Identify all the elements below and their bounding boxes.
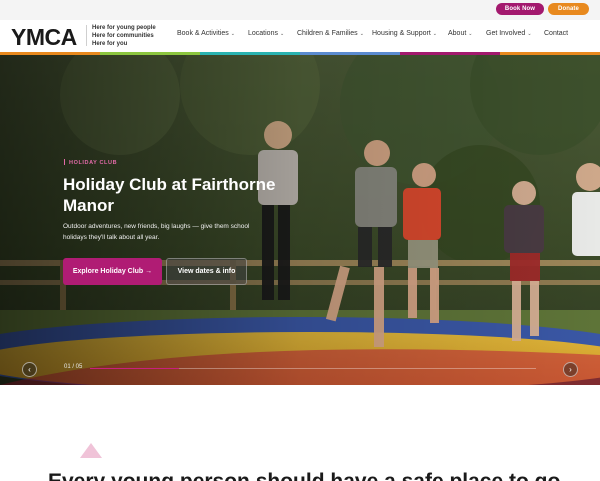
nav-item-label: Housing & Support — [372, 30, 431, 37]
donate-button[interactable]: Donate — [548, 3, 589, 15]
chevron-right-icon[interactable]: › — [563, 362, 578, 377]
hero-description: Outdoor adventures, new friends, big lau… — [63, 223, 250, 241]
nav-item-label: Get Involved — [486, 30, 526, 37]
nav-item-label: About — [448, 30, 467, 37]
chevron-down-icon: ⌄ — [230, 31, 235, 37]
logo-divider — [86, 25, 87, 46]
explore-holiday-club-button[interactable]: Explore Holiday Club → — [63, 258, 162, 285]
brand-tagline: Here for young people Here for communiti… — [92, 24, 156, 48]
chevron-down-icon: ⌄ — [279, 31, 285, 37]
slide-counter: 01 / 05 — [64, 364, 83, 370]
utility-bar: Book Now Donate — [0, 0, 600, 20]
nav-item-label: Contact — [544, 30, 569, 37]
chevron-down-icon: ⌄ — [468, 31, 473, 37]
mission-section: Every young person should have a safe pl… — [0, 385, 600, 481]
chevron-left-icon[interactable]: ‹ — [22, 362, 37, 377]
decorative-triangle — [80, 443, 102, 458]
ymca-logo[interactable]: YMCA — [11, 25, 81, 47]
nav-item-housing-support[interactable]: Housing & Support ⌄ — [372, 30, 437, 37]
chevron-down-icon: ⌄ — [432, 31, 437, 37]
nav-item-book-activities[interactable]: Book & Activities ⌄ — [177, 30, 235, 37]
nav-item-children-families[interactable]: Children & Families ⌄ — [297, 30, 364, 37]
tagline-line: Here for young people — [92, 25, 156, 31]
chevron-down-icon: ⌄ — [359, 31, 364, 37]
nav-item-label: Children & Families — [297, 30, 358, 37]
nav-item-locations[interactable]: Locations ⌄ — [248, 30, 284, 37]
nav-item-get-involved[interactable]: Get Involved ⌄ — [486, 30, 532, 37]
chevron-down-icon: ⌄ — [527, 31, 532, 37]
hero-eyebrow-text: HOLIDAY CLUB — [69, 160, 118, 166]
slide-progress-fill — [90, 368, 180, 369]
nav-item-contact[interactable]: Contact — [544, 30, 568, 37]
hero-photo — [0, 55, 600, 385]
site-header: YMCA Here for young people Here for comm… — [0, 20, 600, 52]
slide-progress-track — [90, 368, 536, 369]
logo-text: YMCA — [11, 25, 77, 47]
nav-item-about[interactable]: About ⌄ — [448, 30, 473, 37]
hero-eyebrow: HOLIDAY CLUB — [64, 159, 117, 166]
nav-item-label: Book & Activities — [177, 30, 229, 37]
book-now-button[interactable]: Book Now — [496, 3, 544, 15]
section-heading: Every young person should have a safe pl… — [48, 469, 568, 481]
view-dates-info-button[interactable]: View dates & info — [166, 258, 247, 285]
hero-title: Holiday Club at Fairthorne Manor — [63, 175, 276, 215]
eyebrow-bar — [64, 159, 65, 165]
tagline-line: Here for you — [92, 41, 128, 47]
tagline-line: Here for communities — [92, 33, 154, 39]
nav-item-label: Locations — [248, 30, 278, 37]
hero-slider: HOLIDAY CLUB Holiday Club at Fairthorne … — [0, 55, 600, 385]
